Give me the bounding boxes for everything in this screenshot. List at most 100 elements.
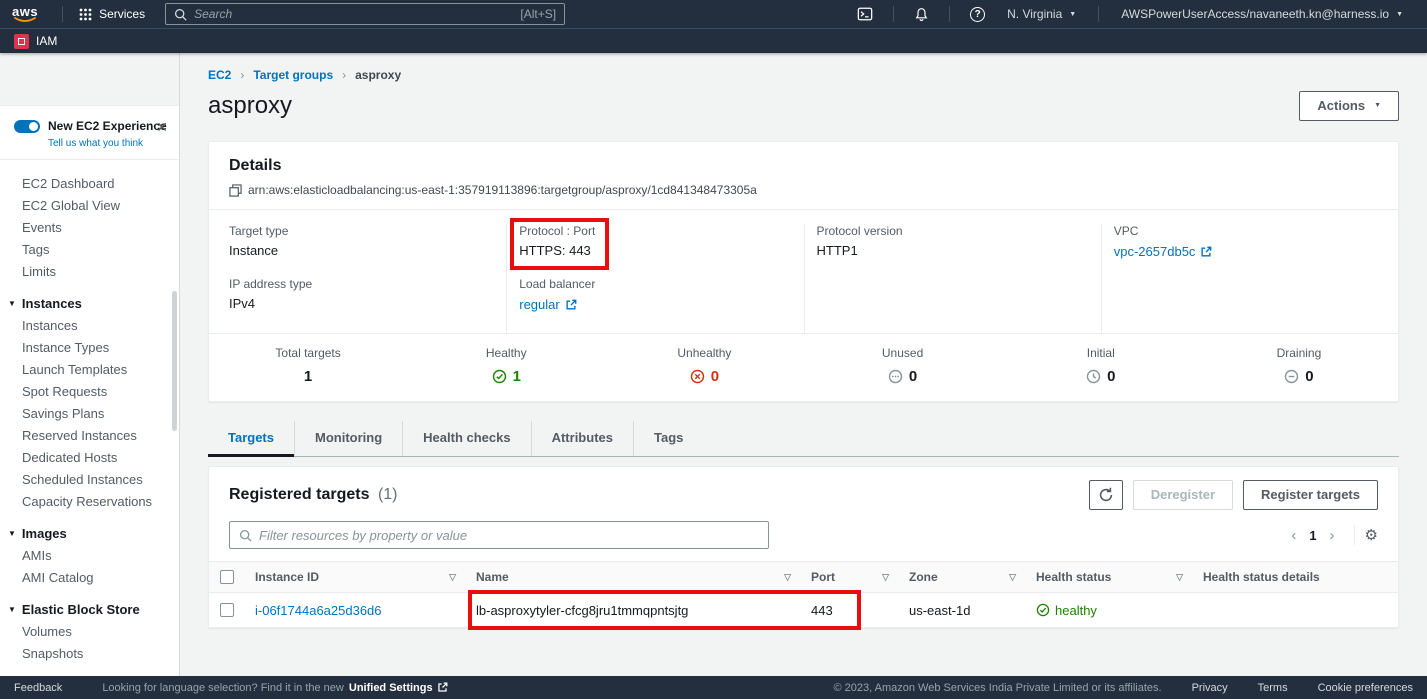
tab-targets[interactable]: Targets	[208, 421, 294, 456]
page-title: asproxy	[208, 92, 292, 120]
terms-link[interactable]: Terms	[1258, 682, 1288, 694]
column-header-zone[interactable]: Zone ▽	[899, 570, 1026, 584]
refresh-button[interactable]	[1089, 480, 1123, 510]
iam-service-icon	[14, 34, 29, 49]
gear-icon[interactable]: ⚙	[1365, 526, 1378, 544]
sidebar-item-spot-requests[interactable]: Spot Requests	[0, 381, 179, 403]
column-header-health-status[interactable]: Health status ▽	[1026, 570, 1193, 584]
sidebar-item-ami-catalog[interactable]: AMI Catalog	[0, 567, 179, 589]
instance-id-link[interactable]: i-06f1744a6a25d36d6	[255, 603, 382, 618]
close-icon[interactable]: ✕	[156, 120, 168, 134]
sidebar-item-events[interactable]: Events	[0, 217, 179, 239]
column-header-instance-id[interactable]: Instance ID ▽	[245, 570, 466, 584]
notifications-button[interactable]	[904, 7, 939, 22]
pagination: ‹ 1 › ⚙	[1282, 525, 1378, 545]
sort-caret-icon[interactable]: ▽	[1176, 572, 1183, 583]
external-link-icon	[437, 682, 448, 693]
search-input[interactable]	[194, 7, 520, 21]
cloudshell-button[interactable]	[847, 6, 883, 22]
field-label: IP address type	[229, 277, 494, 291]
copy-arn-button[interactable]	[229, 184, 242, 197]
column-header-port[interactable]: Port ▽	[801, 570, 899, 584]
column-label: Health status details	[1203, 570, 1320, 584]
sidebar-section-elastic-block-store[interactable]: ▼ Elastic Block Store	[0, 598, 179, 621]
sidebar-section-images[interactable]: ▼ Images	[0, 522, 179, 545]
unified-settings-label: Unified Settings	[349, 682, 433, 694]
row-checkbox[interactable]	[220, 603, 234, 617]
tab-health-checks[interactable]: Health checks	[402, 421, 530, 456]
help-button[interactable]: ?	[960, 7, 995, 22]
link-label: regular	[519, 297, 559, 312]
stat-value: 0	[909, 368, 917, 385]
stat-label: Draining	[1200, 346, 1398, 360]
sort-caret-icon[interactable]: ▽	[449, 572, 456, 583]
sidebar-item-reserved-instances[interactable]: Reserved Instances	[0, 425, 179, 447]
sidebar-item-ec2-dashboard[interactable]: EC2 Dashboard	[0, 173, 179, 195]
stat-unused: Unused 0	[804, 346, 1002, 385]
health-status-label: healthy	[1055, 603, 1097, 618]
feedback-link[interactable]: Tell us what you think	[48, 138, 167, 149]
actions-button[interactable]: Actions ▼	[1299, 91, 1399, 121]
sidebar-item-instance-types[interactable]: Instance Types	[0, 337, 179, 359]
sidebar-item-volumes[interactable]: Volumes	[0, 621, 179, 643]
tab-attributes[interactable]: Attributes	[531, 421, 633, 456]
aws-logo[interactable]: aws	[12, 6, 38, 23]
sidebar-section-instances[interactable]: ▼ Instances	[0, 292, 179, 315]
next-page-icon[interactable]: ›	[1321, 527, 1344, 544]
topnav-right-controls: ? N. Virginia ▼ AWSPowerUserAccess/navan…	[847, 6, 1415, 22]
sort-caret-icon[interactable]: ▽	[1009, 572, 1016, 583]
filter-input[interactable]	[259, 528, 759, 543]
services-menu-button[interactable]: Services	[79, 7, 145, 21]
breadcrumb-target-groups[interactable]: Target groups	[253, 68, 333, 82]
breadcrumb-ec2[interactable]: EC2	[208, 68, 231, 82]
region-selector[interactable]: N. Virginia ▼	[995, 7, 1088, 21]
deregister-button[interactable]: Deregister	[1133, 480, 1233, 510]
clock-circle-icon	[1086, 369, 1101, 384]
sort-caret-icon[interactable]: ▽	[882, 572, 889, 583]
cookie-preferences-link[interactable]: Cookie preferences	[1318, 682, 1413, 694]
field-vpc: VPC vpc-2657db5c	[1114, 224, 1386, 261]
details-heading: Details	[229, 157, 1378, 175]
sidebar-item-amis[interactable]: AMIs	[0, 545, 179, 567]
section-label: Elastic Block Store	[22, 602, 140, 617]
account-label: AWSPowerUserAccess/navaneeth.kn@harness.…	[1121, 7, 1389, 21]
tab-tags[interactable]: Tags	[633, 421, 703, 456]
feedback-button[interactable]: Feedback	[14, 682, 62, 694]
load-balancer-link[interactable]: regular	[519, 297, 576, 312]
account-menu[interactable]: AWSPowerUserAccess/navaneeth.kn@harness.…	[1109, 7, 1415, 21]
tab-monitoring[interactable]: Monitoring	[294, 421, 402, 456]
previous-page-icon[interactable]: ‹	[1282, 527, 1305, 544]
global-search[interactable]: [Alt+S]	[165, 3, 565, 25]
sidebar-scrollbar[interactable]	[172, 291, 177, 431]
check-circle-icon	[492, 369, 507, 384]
sidebar-item-tags[interactable]: Tags	[0, 239, 179, 261]
sidebar-item-limits[interactable]: Limits	[0, 261, 179, 283]
filter-box[interactable]	[229, 521, 769, 549]
new-ec2-experience-toggle[interactable]	[14, 120, 40, 133]
privacy-link[interactable]: Privacy	[1192, 682, 1228, 694]
favorite-iam-link[interactable]: IAM	[14, 34, 57, 49]
target-port-cell: 443	[801, 603, 899, 618]
page-number[interactable]: 1	[1305, 528, 1320, 543]
arn-row: arn:aws:elasticloadbalancing:us-east-1:3…	[229, 183, 1378, 197]
vpc-link[interactable]: vpc-2657db5c	[1114, 244, 1213, 259]
register-targets-button[interactable]: Register targets	[1243, 480, 1378, 510]
sidebar-item-snapshots[interactable]: Snapshots	[0, 643, 179, 665]
sidebar-item-instances[interactable]: Instances	[0, 315, 179, 337]
column-header-name[interactable]: Name ▽	[466, 570, 801, 584]
registered-targets-count: (1)	[378, 486, 398, 503]
target-health-summary: Total targets 1 Healthy 1 Unhealthy 0	[209, 333, 1398, 401]
sidebar-item-dedicated-hosts[interactable]: Dedicated Hosts	[0, 447, 179, 469]
sidebar-item-scheduled-instances[interactable]: Scheduled Instances	[0, 469, 179, 491]
breadcrumb: EC2 › Target groups › asproxy	[180, 53, 1427, 82]
sidebar-item-ec2-global-view[interactable]: EC2 Global View	[0, 195, 179, 217]
field-label: Load balancer	[519, 277, 791, 291]
sort-caret-icon[interactable]: ▽	[784, 572, 791, 583]
details-fields: Target type Instance IP address type IPv…	[209, 209, 1398, 333]
select-all-checkbox[interactable]	[220, 570, 234, 584]
sidebar-item-capacity-reservations[interactable]: Capacity Reservations	[0, 491, 179, 513]
column-label: Port	[811, 570, 835, 584]
sidebar-item-savings-plans[interactable]: Savings Plans	[0, 403, 179, 425]
sidebar-item-launch-templates[interactable]: Launch Templates	[0, 359, 179, 381]
unified-settings-link[interactable]: Unified Settings	[349, 682, 448, 694]
